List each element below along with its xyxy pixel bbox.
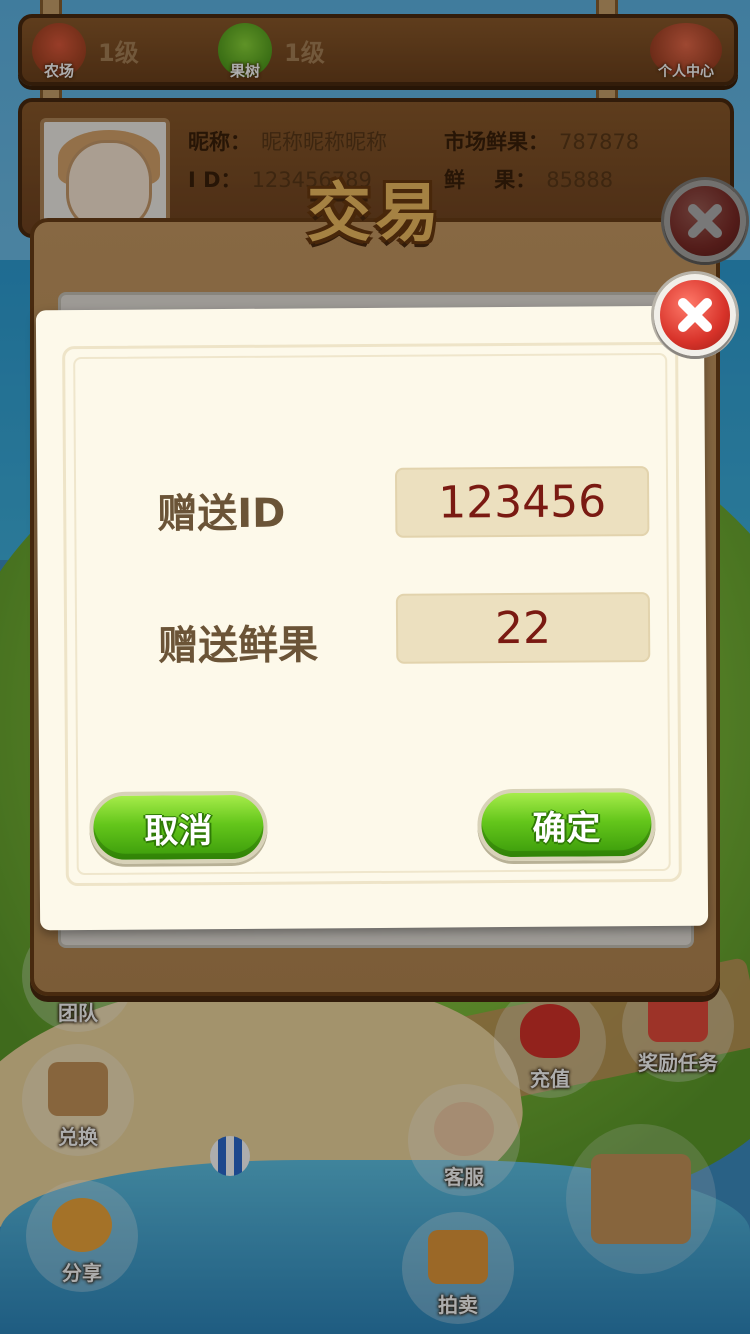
gift-fruit-label: 赠送鲜果 [158,622,319,670]
gift-fruit-input[interactable]: 22 [395,592,651,664]
confirm-button[interactable]: 确定 [477,788,656,862]
close-icon [675,295,715,335]
dialog-close-button[interactable] [654,274,736,356]
gift-id-label: 赠送ID [157,490,286,538]
gift-id-input[interactable]: 123456 [394,466,650,538]
gift-dialog: 赠送ID 123456 赠送鲜果 22 取消 确定 [35,305,709,931]
cancel-button[interactable]: 取消 [89,790,268,864]
